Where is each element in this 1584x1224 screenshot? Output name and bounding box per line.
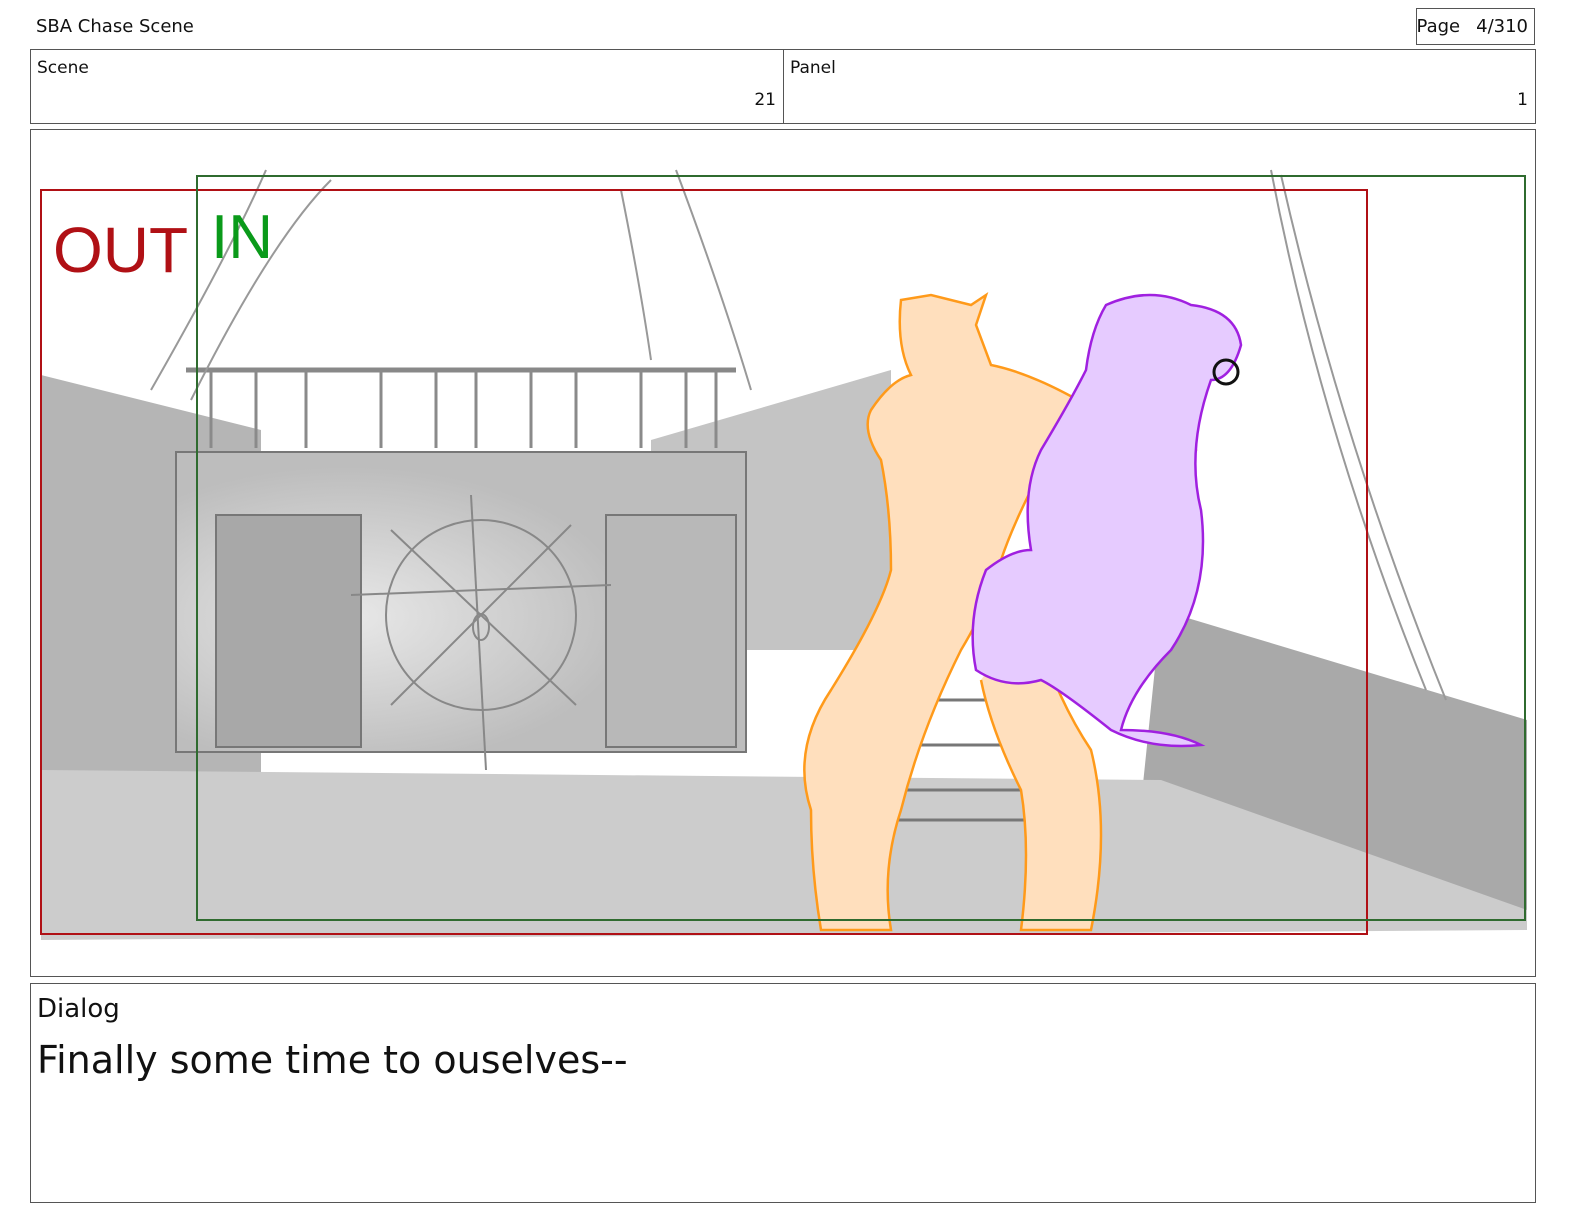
scene-number: 21 xyxy=(754,90,776,110)
panel-number: 1 xyxy=(1517,90,1528,110)
page-indicator: Page 4/310 xyxy=(1416,8,1535,45)
panel-field: Panel 1 xyxy=(783,49,1536,124)
page-number: 4/310 xyxy=(1476,16,1528,37)
scene-field: Scene 21 xyxy=(30,49,784,124)
out-label: OUT xyxy=(53,214,188,286)
cabin-door-right xyxy=(605,514,737,748)
panel-label: Panel xyxy=(790,58,836,78)
dialog-text: Finally some time to ouselves-- xyxy=(37,1038,628,1082)
document-title: SBA Chase Scene xyxy=(36,16,194,37)
storyboard-sketch: OUT IN xyxy=(40,169,1527,940)
storyboard-panel-image: OUT IN xyxy=(30,129,1536,977)
in-label: IN xyxy=(211,203,273,272)
page-label: Page xyxy=(1416,16,1461,37)
dialog-label: Dialog xyxy=(37,994,120,1024)
dialog-box: Dialog Finally some time to ouselves-- xyxy=(30,983,1536,1203)
cabin-door-left xyxy=(215,514,362,748)
scene-label: Scene xyxy=(37,58,89,78)
